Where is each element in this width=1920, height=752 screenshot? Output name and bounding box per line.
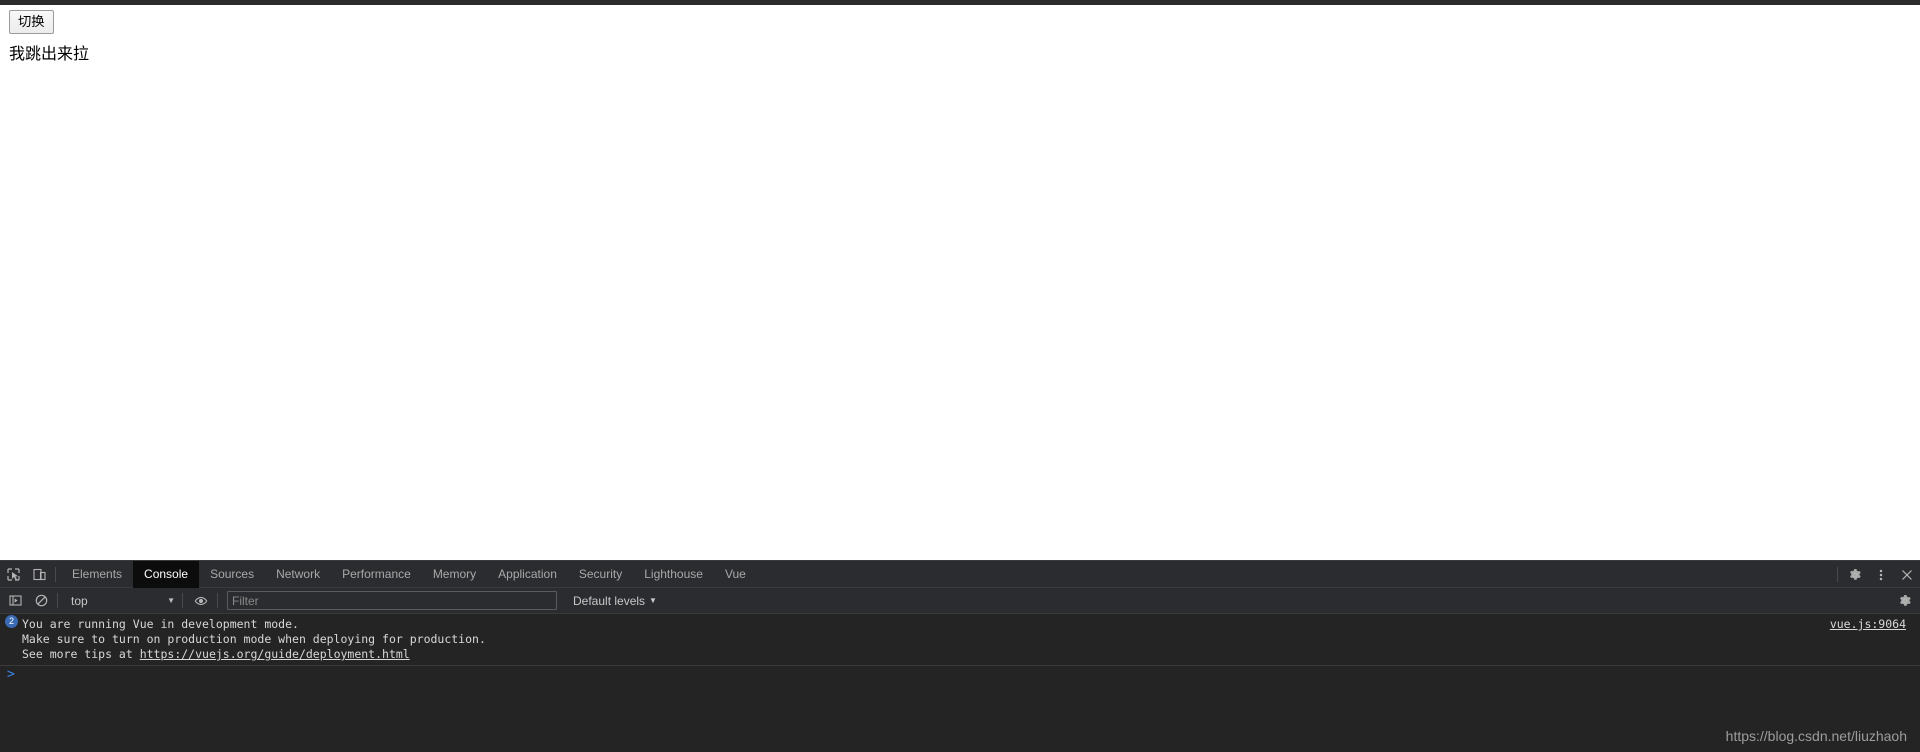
devtools-panel: Elements Console Sources Network Perform… bbox=[0, 560, 1920, 752]
live-expression-icon[interactable] bbox=[188, 588, 214, 614]
console-toolbar-divider-3 bbox=[217, 593, 218, 608]
page-body-text: 我跳出来拉 bbox=[9, 46, 90, 63]
console-message-line: Make sure to turn on production mode whe… bbox=[0, 632, 1920, 647]
tabbar-divider bbox=[55, 566, 56, 582]
execution-context-select[interactable]: top ▼ bbox=[63, 591, 179, 611]
chevron-down-icon: ▼ bbox=[167, 595, 175, 605]
console-toolbar-divider-2 bbox=[182, 593, 183, 608]
tab-console[interactable]: Console bbox=[133, 560, 200, 588]
clear-console-icon[interactable] bbox=[28, 588, 54, 614]
toggle-button[interactable]: 切换 bbox=[9, 10, 54, 34]
console-toolbar-actions bbox=[1892, 588, 1918, 614]
inspect-element-icon[interactable] bbox=[0, 561, 26, 587]
console-message-text: See more tips at bbox=[22, 647, 140, 661]
console-toolbar: top ▼ Default levels ▼ bbox=[0, 588, 1920, 614]
close-icon[interactable] bbox=[1894, 562, 1920, 588]
kebab-menu-icon[interactable] bbox=[1868, 562, 1894, 588]
console-message-line: See more tips at https://vuejs.org/guide… bbox=[0, 647, 1920, 662]
tab-application[interactable]: Application bbox=[487, 561, 568, 588]
deployment-guide-link[interactable]: https://vuejs.org/guide/deployment.html bbox=[140, 647, 410, 662]
tabbar-actions-divider bbox=[1837, 567, 1838, 582]
console-toolbar-divider bbox=[57, 593, 58, 608]
chevron-down-icon: ▼ bbox=[649, 595, 657, 605]
console-message-source-link[interactable]: vue.js:9064 bbox=[1830, 617, 1906, 632]
gear-icon[interactable] bbox=[1842, 562, 1868, 588]
console-message-line: You are running Vue in development mode. bbox=[0, 617, 1920, 632]
watermark-text: https://blog.csdn.net/liuzhaoh bbox=[1725, 728, 1907, 744]
log-levels-label: Default levels bbox=[573, 593, 646, 608]
screenshot-root: 切换 我跳出来拉 Elements Console Sources Networ… bbox=[0, 0, 1920, 752]
tab-sources[interactable]: Sources bbox=[199, 561, 265, 588]
console-message-text: Make sure to turn on production mode whe… bbox=[22, 632, 486, 646]
console-prompt-row[interactable]: > bbox=[0, 666, 1920, 684]
tab-memory[interactable]: Memory bbox=[422, 561, 487, 588]
console-message-text: You are running Vue in development mode. bbox=[22, 617, 299, 631]
devtools-tabbar: Elements Console Sources Network Perform… bbox=[0, 560, 1920, 588]
console-sidebar-icon[interactable] bbox=[2, 588, 28, 614]
device-toolbar-icon[interactable] bbox=[26, 561, 52, 587]
tab-vue[interactable]: Vue bbox=[714, 561, 757, 588]
console-message-list[interactable]: 2 You are running Vue in development mod… bbox=[0, 614, 1920, 752]
console-prompt-input[interactable] bbox=[14, 666, 1920, 684]
console-filter-input[interactable] bbox=[227, 591, 557, 610]
prompt-chevron-icon: > bbox=[7, 667, 15, 682]
console-message-group[interactable]: 2 You are running Vue in development mod… bbox=[0, 614, 1920, 666]
log-levels-select[interactable]: Default levels ▼ bbox=[565, 591, 665, 611]
execution-context-value: top bbox=[71, 593, 88, 608]
tab-performance[interactable]: Performance bbox=[331, 561, 422, 588]
tab-security[interactable]: Security bbox=[568, 561, 633, 588]
tab-network[interactable]: Network bbox=[265, 561, 331, 588]
gear-icon[interactable] bbox=[1892, 588, 1918, 614]
devtools-tabbar-actions bbox=[1833, 561, 1920, 588]
tab-lighthouse[interactable]: Lighthouse bbox=[633, 561, 714, 588]
page-viewport: 切换 我跳出来拉 bbox=[0, 5, 1920, 560]
tab-elements[interactable]: Elements bbox=[61, 561, 133, 588]
